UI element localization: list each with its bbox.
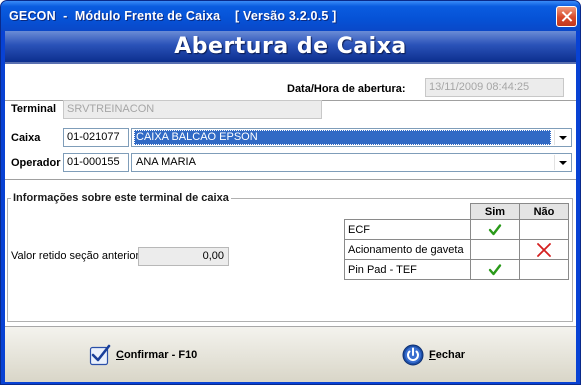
footer-bar: Confirmar - F10 Fechar (5, 326, 576, 382)
column-header-yes: Sim (470, 203, 520, 220)
status-cell-yes (470, 239, 520, 260)
app-window: GECON - Módulo Frente de Caixa [ Versão … (0, 0, 581, 385)
page-title: Abertura de Caixa (174, 34, 407, 59)
status-cell-yes (470, 259, 520, 280)
caixa-selected-value: CAIXA BALCAO EPSON (134, 130, 551, 145)
status-row-pinpad: Pin Pad - TEF (344, 259, 569, 280)
status-table-header: Sim Não (344, 203, 569, 220)
terminal-label: Terminal (11, 103, 57, 115)
retained-value-label: Valor retido seção anterior (11, 250, 140, 262)
confirm-check-icon (89, 344, 111, 366)
check-icon (488, 263, 502, 275)
status-row-label: Pin Pad - TEF (344, 259, 471, 280)
operador-selected-value: ANA MARIA (136, 156, 196, 168)
divider-middle (5, 179, 576, 181)
dialog-content: Abertura de Caixa Data/Hora de abertura:… (5, 31, 576, 382)
opening-datetime-label: Data/Hora de abertura: (287, 83, 406, 95)
caixa-dropdown-arrow-icon[interactable] (554, 130, 570, 145)
status-row-label: Acionamento de gaveta (344, 239, 471, 260)
status-header-blank (344, 203, 471, 220)
operador-label: Operador (11, 157, 61, 169)
opening-datetime-field: 13/11/2009 08:44:25 (425, 78, 564, 97)
power-icon (402, 344, 424, 366)
status-cell-no (519, 259, 569, 280)
caixa-dropdown[interactable]: CAIXA BALCAO EPSON (131, 128, 572, 147)
operador-dropdown-arrow-icon[interactable] (554, 155, 570, 170)
status-row-label: ECF (344, 219, 471, 240)
status-cell-no (519, 219, 569, 240)
caixa-label: Caixa (11, 132, 41, 144)
header-banner: Abertura de Caixa (5, 31, 576, 64)
close-window-button[interactable] (556, 6, 577, 27)
confirm-button-label: Confirmar - F10 (116, 349, 198, 361)
close-button[interactable]: Fechar (402, 341, 465, 369)
operador-code-field[interactable]: 01-000155 (63, 153, 129, 172)
status-cell-no (519, 239, 569, 260)
window-title: GECON - Módulo Frente de Caixa [ Versão … (9, 9, 337, 23)
retained-value-field: 0,00 (138, 247, 229, 266)
status-row-gaveta: Acionamento de gaveta (344, 239, 569, 260)
close-button-label: Fechar (429, 349, 466, 361)
caixa-code-field[interactable]: 01-021077 (63, 128, 129, 147)
confirm-button[interactable]: Confirmar - F10 (89, 341, 197, 369)
cross-icon (537, 242, 551, 257)
operador-dropdown[interactable]: ANA MARIA (131, 153, 572, 172)
check-icon (488, 223, 502, 235)
terminal-status-table: Sim Não ECF Acionamento de gaveta Pin Pa… (344, 203, 569, 280)
terminal-info-group-title: Informações sobre este terminal de caixa (11, 192, 231, 204)
status-cell-yes (470, 219, 520, 240)
terminal-field: SRVTREINACON (63, 100, 322, 119)
status-row-ecf: ECF (344, 219, 569, 240)
column-header-no: Não (519, 203, 569, 220)
title-bar[interactable]: GECON - Módulo Frente de Caixa [ Versão … (1, 1, 580, 31)
